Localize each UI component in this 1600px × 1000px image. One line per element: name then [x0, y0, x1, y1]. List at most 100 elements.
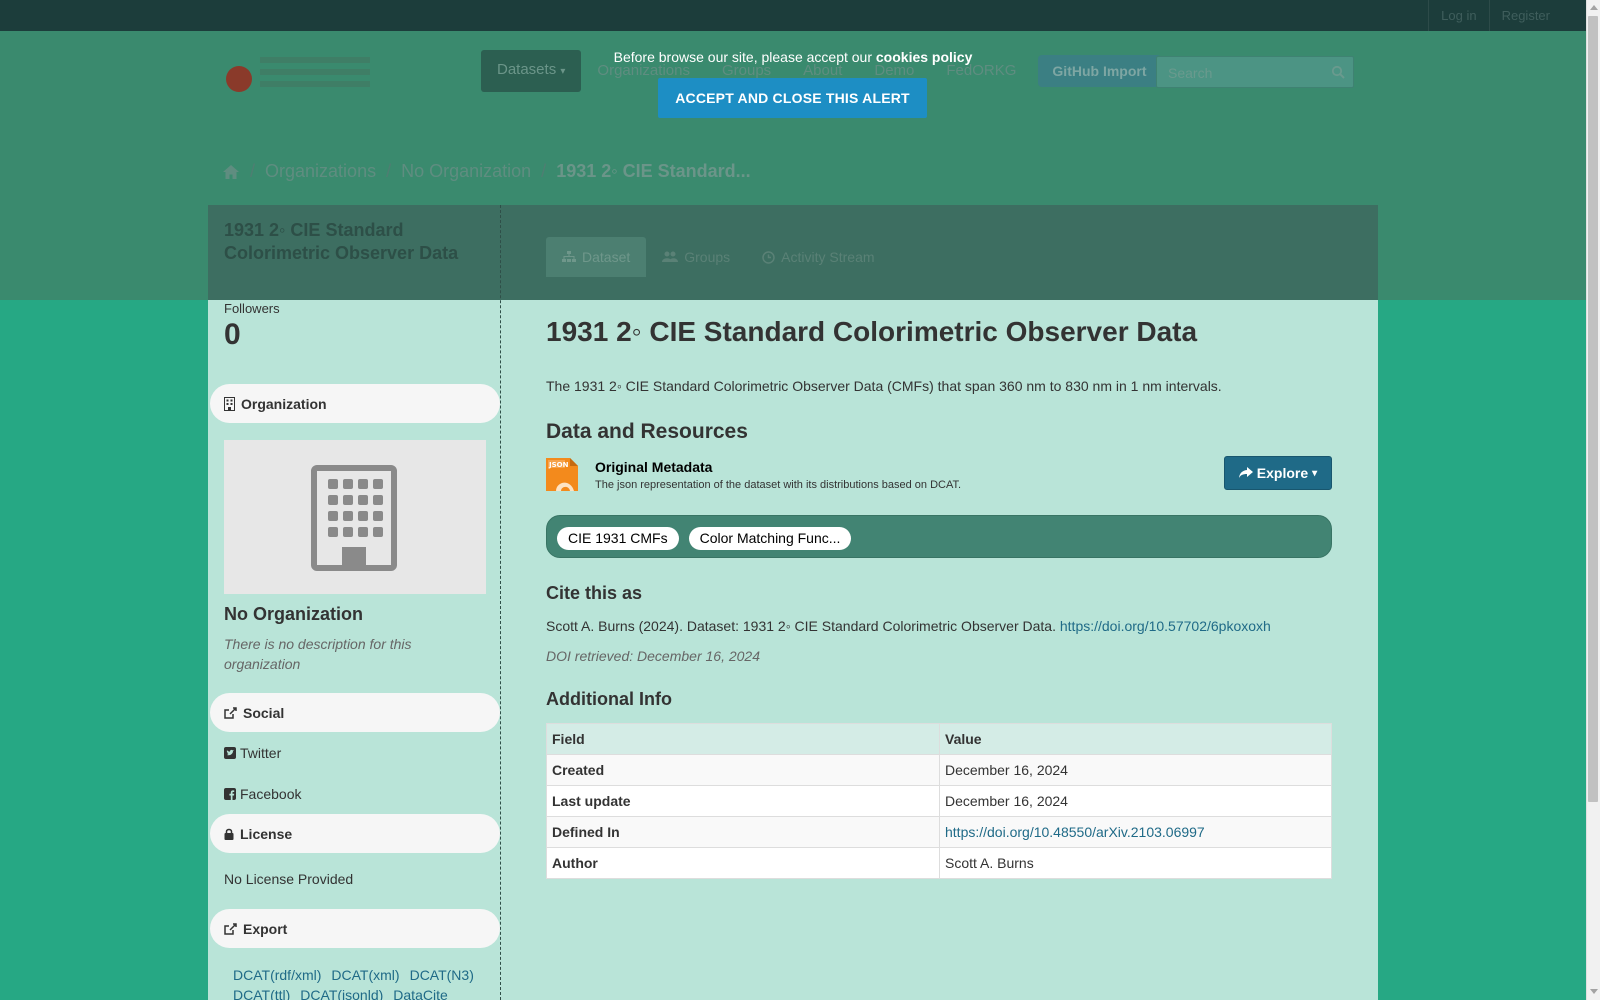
- column-header-value: Value: [939, 723, 1332, 755]
- explore-label: Explore: [1256, 465, 1309, 481]
- additional-info-table: Field Value Created December 16, 2024 La…: [546, 723, 1332, 879]
- login-link[interactable]: Log in: [1428, 0, 1488, 31]
- facebook-icon: [224, 788, 236, 800]
- facebook-label: Facebook: [240, 786, 302, 802]
- cite-heading: Cite this as: [546, 583, 643, 603]
- twitter-icon: [224, 747, 236, 759]
- tag-item[interactable]: CIE 1931 CMFs: [557, 527, 679, 550]
- logo-mark: [226, 66, 252, 92]
- dataset-title: 1931 2◦ CIE Standard Colorimetric Observ…: [546, 316, 1198, 347]
- license-heading: License: [210, 814, 500, 853]
- license-text: No License Provided: [224, 871, 354, 887]
- table-cell-field: Defined In: [546, 816, 940, 848]
- scroll-down-arrow-icon[interactable]: [1590, 989, 1598, 994]
- json-file-icon-label: JSON: [548, 461, 569, 469]
- citation-doi-link[interactable]: https://doi.org/10.57702/6pkoxoxh: [1060, 618, 1271, 634]
- explore-button[interactable]: Explore ▾: [1224, 456, 1332, 490]
- home-icon[interactable]: [222, 164, 240, 180]
- breadcrumb-separator: /: [250, 161, 256, 181]
- doi-retrieved-date: DOI retrieved: December 16, 2024: [546, 648, 760, 664]
- sidebar-dataset-title: 1931 2◦ CIE Standard Colorimetric Observ…: [224, 220, 459, 263]
- followers-count: 0: [224, 318, 241, 351]
- tab-activity-stream-label: Activity Stream: [781, 249, 875, 265]
- clock-icon: [762, 250, 775, 264]
- resource-title-link[interactable]: Original Metadata: [595, 459, 712, 475]
- breadcrumb-separator: /: [541, 161, 547, 181]
- resource-description: The json representation of the dataset w…: [595, 479, 962, 491]
- table-cell-field: Created: [546, 754, 940, 786]
- account-links: Log in Register: [1428, 0, 1562, 31]
- export-dcat-xml[interactable]: DCAT(xml): [331, 965, 399, 985]
- table-cell-field: Author: [546, 847, 940, 879]
- followers-label: Followers: [224, 301, 280, 316]
- social-heading: Social: [210, 693, 500, 732]
- dataset-notes: The 1931 2◦ CIE Standard Colorimetric Ob…: [546, 378, 1222, 394]
- organization-name[interactable]: No Organization: [224, 604, 363, 625]
- table-cell-field: Last update: [546, 785, 940, 817]
- breadcrumb-no-organization[interactable]: No Organization: [401, 161, 531, 182]
- cookie-message-text: Before browse our site, please accept ou…: [613, 49, 872, 65]
- users-icon: [662, 251, 679, 262]
- search-placeholder: Search: [1168, 65, 1213, 81]
- table-cell-value: https://doi.org/10.48550/arXiv.2103.0699…: [939, 816, 1332, 848]
- caret-down-icon: ▾: [560, 66, 566, 77]
- account-bar: Log in Register: [0, 0, 1586, 31]
- search-icon[interactable]: [1331, 65, 1345, 79]
- citation-body: Scott A. Burns (2024). Dataset: 1931 2◦ …: [546, 618, 1056, 634]
- breadcrumb-current[interactable]: 1931 2◦ CIE Standard...: [556, 161, 750, 182]
- sitemap-icon: [562, 251, 576, 262]
- dataset-tabs: Dataset Groups Activity Stream: [546, 237, 891, 277]
- export-dcat-n3[interactable]: DCAT(N3): [410, 965, 474, 985]
- tag-item[interactable]: Color Matching Func...: [688, 527, 852, 550]
- table-row: Created December 16, 2024: [546, 754, 1332, 786]
- cookies-policy-label: cookies policy: [875, 49, 973, 65]
- export-dcat-jsonld[interactable]: DCAT(jsonld): [300, 985, 383, 1000]
- resources-heading: Data and Resources: [546, 420, 748, 443]
- tag-list: CIE 1931 CMFs Color Matching Func...: [546, 515, 1332, 558]
- column-header-field: Field: [546, 723, 940, 755]
- organization-heading: Organization: [210, 384, 500, 423]
- tab-groups-label: Groups: [684, 249, 731, 265]
- tab-dataset-label: Dataset: [582, 249, 631, 265]
- export-dcat-ttl[interactable]: DCAT(ttl): [233, 985, 290, 1000]
- organization-heading-label: Organization: [241, 395, 327, 412]
- export-heading-label: Export: [243, 920, 288, 937]
- share-square-icon: [224, 706, 237, 719]
- accept-cookies-button[interactable]: ACCEPT AND CLOSE THIS ALERT: [658, 78, 927, 118]
- cookie-alert-message: Before browse our site, please accept ou…: [0, 49, 1586, 65]
- social-heading-label: Social: [243, 704, 285, 721]
- register-link[interactable]: Register: [1488, 0, 1562, 31]
- table-row: Defined In https://doi.org/10.48550/arXi…: [546, 816, 1332, 848]
- scroll-up-arrow-icon[interactable]: [1590, 5, 1598, 10]
- citation-text: Scott A. Burns (2024). Dataset: 1931 2◦ …: [546, 618, 1271, 634]
- table-cell-value: Scott A. Burns: [939, 847, 1332, 879]
- building-icon: [311, 465, 397, 571]
- organization-description: There is no description for this organiz…: [224, 636, 412, 672]
- license-heading-label: License: [240, 825, 293, 842]
- table-header-row: Field Value: [546, 723, 1332, 755]
- tab-groups[interactable]: Groups: [646, 237, 746, 277]
- breadcrumb-separator: /: [386, 161, 392, 181]
- breadcrumb-organizations[interactable]: Organizations: [265, 161, 376, 182]
- social-facebook-link[interactable]: Facebook: [224, 786, 301, 802]
- cookies-policy-link[interactable]: cookies policy: [876, 49, 972, 65]
- additional-info-heading: Additional Info: [546, 689, 672, 709]
- export-links: DCAT(rdf/xml) DCAT(xml) DCAT(N3) DCAT(ttl) D…: [233, 965, 493, 1000]
- export-heading: Export: [210, 909, 500, 948]
- table-row: Author Scott A. Burns: [546, 847, 1332, 879]
- export-dcat-rdf-xml[interactable]: DCAT(rdf/xml): [233, 965, 321, 985]
- lock-icon: [224, 828, 234, 840]
- twitter-label: Twitter: [240, 745, 282, 761]
- share-square-icon: [224, 922, 237, 935]
- table-cell-value: December 16, 2024: [939, 785, 1332, 817]
- tab-dataset[interactable]: Dataset: [546, 237, 647, 277]
- building-icon: [224, 396, 235, 411]
- tab-activity-stream[interactable]: Activity Stream: [746, 237, 890, 277]
- json-file-icon: JSON: [546, 458, 578, 491]
- organization-image[interactable]: [224, 440, 486, 594]
- scrollbar-thumb[interactable]: [1588, 16, 1598, 802]
- share-icon: [1238, 467, 1253, 478]
- export-datacite[interactable]: DataCite: [393, 985, 447, 1000]
- defined-in-link[interactable]: https://doi.org/10.48550/arXiv.2103.0699…: [945, 824, 1205, 840]
- social-twitter-link[interactable]: Twitter: [224, 745, 281, 761]
